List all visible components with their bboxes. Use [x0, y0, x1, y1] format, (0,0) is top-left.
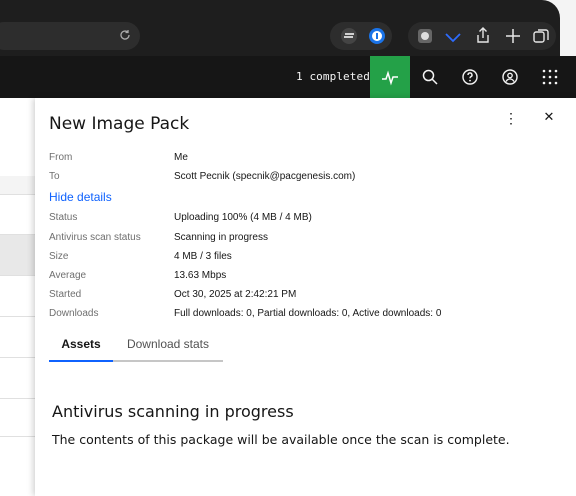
detail-label: Downloads	[49, 308, 99, 319]
package-details-panel: New Image Pack ⋮ ✕ From Me To Scott Pecn…	[35, 98, 576, 496]
scan-status-heading: Antivirus scanning in progress	[52, 402, 294, 421]
new-tab-icon[interactable]	[504, 27, 522, 45]
detail-row-downloads: Downloads Full downloads: 0, Partial dow…	[49, 308, 569, 324]
activity-button[interactable]	[370, 56, 410, 98]
detail-label: Average	[49, 270, 87, 281]
reload-icon[interactable]	[118, 28, 132, 42]
user-icon[interactable]	[500, 67, 520, 87]
tabs-icon[interactable]	[532, 27, 550, 45]
detail-value: Uploading 100% (4 MB / 4 MB)	[174, 212, 312, 223]
tab-download-stats[interactable]: Download stats	[113, 332, 223, 362]
detail-label: Started	[49, 289, 82, 300]
detail-row-antivirus: Antivirus scan status Scanning in progre…	[49, 232, 569, 248]
hide-details-link[interactable]: Hide details	[49, 190, 112, 204]
detail-label: Status	[49, 212, 78, 223]
password-manager-icon[interactable]	[368, 27, 386, 45]
detail-row-average: Average 13.63 Mbps	[49, 270, 569, 286]
transfers-completed-count[interactable]: 1 completed	[296, 70, 370, 83]
detail-label: Antivirus scan status	[49, 232, 141, 243]
detail-value: 13.63 Mbps	[174, 270, 227, 281]
panel-tabs: Assets Download stats	[49, 332, 223, 362]
detail-label: From	[49, 152, 73, 163]
list-item[interactable]	[0, 317, 40, 358]
detail-row-status: Status Uploading 100% (4 MB / 4 MB)	[49, 212, 569, 228]
sync-icon[interactable]	[340, 27, 358, 45]
transfer-list	[0, 98, 40, 496]
detail-row-to: To Scott Pecnik (specnik@pacgenesis.com)	[49, 171, 569, 187]
package-title: New Image Pack	[49, 114, 190, 134]
tab-assets[interactable]: Assets	[49, 332, 113, 362]
activity-icon	[382, 70, 398, 86]
toolbar-actions	[408, 22, 556, 50]
address-bar[interactable]	[0, 22, 140, 50]
detail-value: Oct 30, 2025 at 2:42:21 PM	[174, 289, 297, 300]
detail-row-size: Size 4 MB / 3 files	[49, 251, 569, 267]
detail-value: Scanning in progress	[174, 232, 268, 243]
detail-value: Scott Pecnik (specnik@pacgenesis.com)	[174, 171, 356, 182]
list-item[interactable]	[0, 358, 40, 399]
list-item[interactable]	[0, 194, 40, 235]
app-header: 1 completed	[0, 56, 576, 98]
search-icon[interactable]	[420, 67, 440, 87]
list-item[interactable]	[0, 399, 40, 437]
scan-status-message: The contents of this package will be ava…	[52, 432, 510, 447]
extension-group	[330, 22, 392, 50]
detail-value: Me	[174, 152, 188, 163]
detail-row-started: Started Oct 30, 2025 at 2:42:21 PM	[49, 289, 569, 305]
app-switcher-icon[interactable]	[540, 67, 560, 87]
browser-toolbar	[0, 0, 560, 56]
overflow-menu-icon[interactable]: ⋮	[503, 110, 519, 126]
list-item[interactable]	[0, 235, 40, 276]
detail-value: 4 MB / 3 files	[174, 251, 232, 262]
share-icon[interactable]	[474, 26, 492, 44]
detail-value: Full downloads: 0, Partial downloads: 0,…	[174, 308, 442, 319]
detail-label: To	[49, 171, 60, 182]
detail-row-from: From Me	[49, 152, 569, 168]
list-header	[0, 176, 40, 195]
wifi-icon[interactable]	[444, 27, 462, 45]
close-icon[interactable]: ✕	[541, 109, 557, 125]
detail-label: Size	[49, 251, 69, 262]
help-icon[interactable]	[460, 67, 480, 87]
list-item[interactable]	[0, 276, 40, 317]
extension-icon[interactable]	[416, 27, 434, 45]
